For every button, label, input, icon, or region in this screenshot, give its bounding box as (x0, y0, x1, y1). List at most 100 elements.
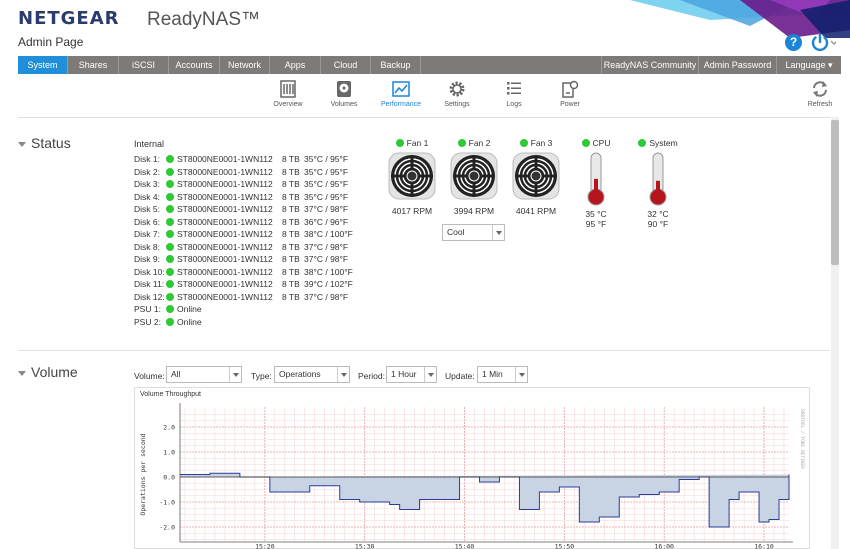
disk-label: Disk 3: (134, 179, 160, 189)
disk-label: Disk 4: (134, 191, 160, 202)
disk-label: Disk 6: (134, 216, 160, 227)
fan-icon (450, 152, 498, 200)
help-icon[interactable]: ? (785, 34, 802, 51)
disk-model: ST8000NE0001-1WN112 (177, 254, 273, 264)
subnav-label: Logs (506, 101, 522, 108)
disk-label: Disk 10: (134, 266, 165, 277)
tab-admin-password[interactable]: Admin Password (699, 56, 777, 74)
subnav-performance[interactable]: Performance (371, 80, 431, 108)
x-tick-label: 16:00 (654, 543, 674, 549)
subnav-label: Volumes (330, 101, 358, 108)
fan-rpm: 4041 RPM (515, 206, 557, 216)
tab-backup[interactable]: Backup (371, 56, 421, 74)
subnav-label: Settings (444, 101, 470, 108)
disk-model: ST8000NE0001-1WN112 (177, 179, 273, 189)
disk-label: Disk 11: (134, 279, 165, 289)
refresh-icon (813, 81, 827, 97)
status-dot-icon (166, 305, 174, 313)
disk-row: Disk 12: ST8000NE0001-1WN112 8 TB 37°C / 98… (134, 291, 353, 304)
status-dot-icon (166, 280, 174, 288)
status-dot-icon (166, 242, 174, 251)
refresh-button[interactable]: Refresh (800, 80, 840, 108)
period-select[interactable]: 1 Hour (386, 366, 437, 383)
volume-select[interactable]: All (166, 366, 242, 383)
sensor-temp-c: 35 °C (585, 209, 607, 219)
disk-temperature: 38°C / 100°F (304, 229, 353, 239)
tab-accounts[interactable]: Accounts (169, 56, 220, 74)
header: NETGEAR ReadyNAS™ Admin Page ? (0, 0, 850, 56)
disk-capacity: 8 TB (282, 291, 300, 302)
disk-row: Disk 6: ST8000NE0001-1WN112 8 TB 36°C / 96°… (134, 216, 353, 229)
tab-readynas-community[interactable]: ReadyNAS Community (601, 56, 699, 74)
fan-icon (512, 152, 560, 200)
tab-iscsi[interactable]: iSCSI (119, 56, 169, 74)
y-tick-label: 1.0 (163, 449, 175, 457)
type-select[interactable]: Operations (274, 366, 350, 383)
x-tick-label: 15:20 (255, 543, 275, 549)
subnav-power[interactable]: Power (540, 80, 600, 108)
period-select-value: 1 Hour (391, 369, 417, 379)
sensor-name: System (633, 138, 683, 149)
update-select[interactable]: 1 Min (477, 366, 528, 383)
status-section-header[interactable]: Status (18, 135, 71, 151)
product-name: ReadyNAS™ (147, 9, 260, 30)
x-tick-label: 15:40 (455, 543, 475, 549)
subnav-settings[interactable]: Settings (427, 80, 487, 108)
scrollbar-thumb[interactable] (831, 120, 839, 265)
tab-system[interactable]: System (18, 56, 68, 74)
type-select-value: Operations (279, 369, 321, 379)
fan-name: Fan 1 (382, 138, 442, 149)
performance-icon (392, 81, 410, 97)
disk-temperature: 35°C / 95°F (304, 166, 349, 177)
disk-model: ST8000NE0001-1WN112 (177, 154, 273, 164)
fan-rpm: 3994 RPM (453, 206, 495, 216)
subnav-overview[interactable]: Overview (258, 80, 318, 108)
disk-model: ST8000NE0001-1WN112 (177, 216, 273, 227)
disk-model: ST8000NE0001-1WN112 (177, 279, 273, 289)
fan-name-label: Fan 3 (530, 138, 553, 148)
disk-capacity: 8 TB (282, 254, 300, 264)
tab-shares[interactable]: Shares (68, 56, 119, 74)
volume-section-header[interactable]: Volume (18, 364, 78, 380)
rrdtool-credit-label: RRDTOOL / TOBI OETIKER (799, 409, 805, 469)
language-menu[interactable]: Language ▾ (777, 56, 841, 74)
disk-model: ST8000NE0001-1WN112 (177, 229, 273, 239)
disk-temperature: 35°C / 95°F (304, 179, 349, 189)
disk-model: ST8000NE0001-1WN112 (177, 291, 273, 302)
disk-temperature: 35°C / 95°F (304, 191, 349, 202)
volumes-icon (337, 81, 351, 97)
sensor-system: System 32 °C 90 °F (633, 138, 683, 229)
psu-state: Online (177, 316, 202, 327)
fan-name: Fan 2 (444, 138, 504, 149)
power-icon[interactable] (810, 33, 836, 53)
sensor-temp-f: 90 °F (647, 219, 669, 229)
subnav-volumes[interactable]: Volumes (314, 80, 374, 108)
status-dot-icon (519, 139, 528, 147)
disk-row: Disk 1: ST8000NE0001-1WN112 8 TB 35°C / 95°… (134, 153, 353, 166)
disk-capacity: 8 TB (282, 229, 300, 239)
disk-capacity: 8 TB (282, 154, 300, 164)
subnav-logs[interactable]: Logs (484, 80, 544, 108)
x-tick-label: 15:30 (355, 543, 375, 549)
status-dot-icon (166, 205, 174, 213)
thermometer-icon (649, 152, 667, 206)
disk-label: Disk 1: (134, 154, 160, 164)
disk-temperature: 35°C / 95°F (304, 154, 349, 164)
status-dot-icon (166, 167, 174, 176)
disk-capacity: 8 TB (282, 204, 300, 214)
tab-apps[interactable]: Apps (270, 56, 321, 74)
tab-cloud[interactable]: Cloud (321, 56, 371, 74)
subnav-label: Overview (273, 101, 303, 108)
disk-model: ST8000NE0001-1WN112 (177, 266, 273, 277)
disk-row: Disk 5: ST8000NE0001-1WN112 8 TB 37°C / 98°… (134, 203, 353, 216)
disk-temperature: 37°C / 98°F (304, 204, 349, 214)
fan-3: Fan 3 4041 RPM (506, 138, 566, 216)
overview-icon (280, 80, 296, 98)
disk-capacity: 8 TB (282, 191, 300, 202)
y-tick-label: -2.0 (159, 524, 175, 532)
y-tick-label: 2.0 (163, 424, 175, 432)
fan-mode-select[interactable]: Cool (442, 224, 505, 241)
sensor-name: CPU (571, 138, 621, 149)
tab-network[interactable]: Network (220, 56, 270, 74)
subnav-divider (18, 117, 830, 118)
